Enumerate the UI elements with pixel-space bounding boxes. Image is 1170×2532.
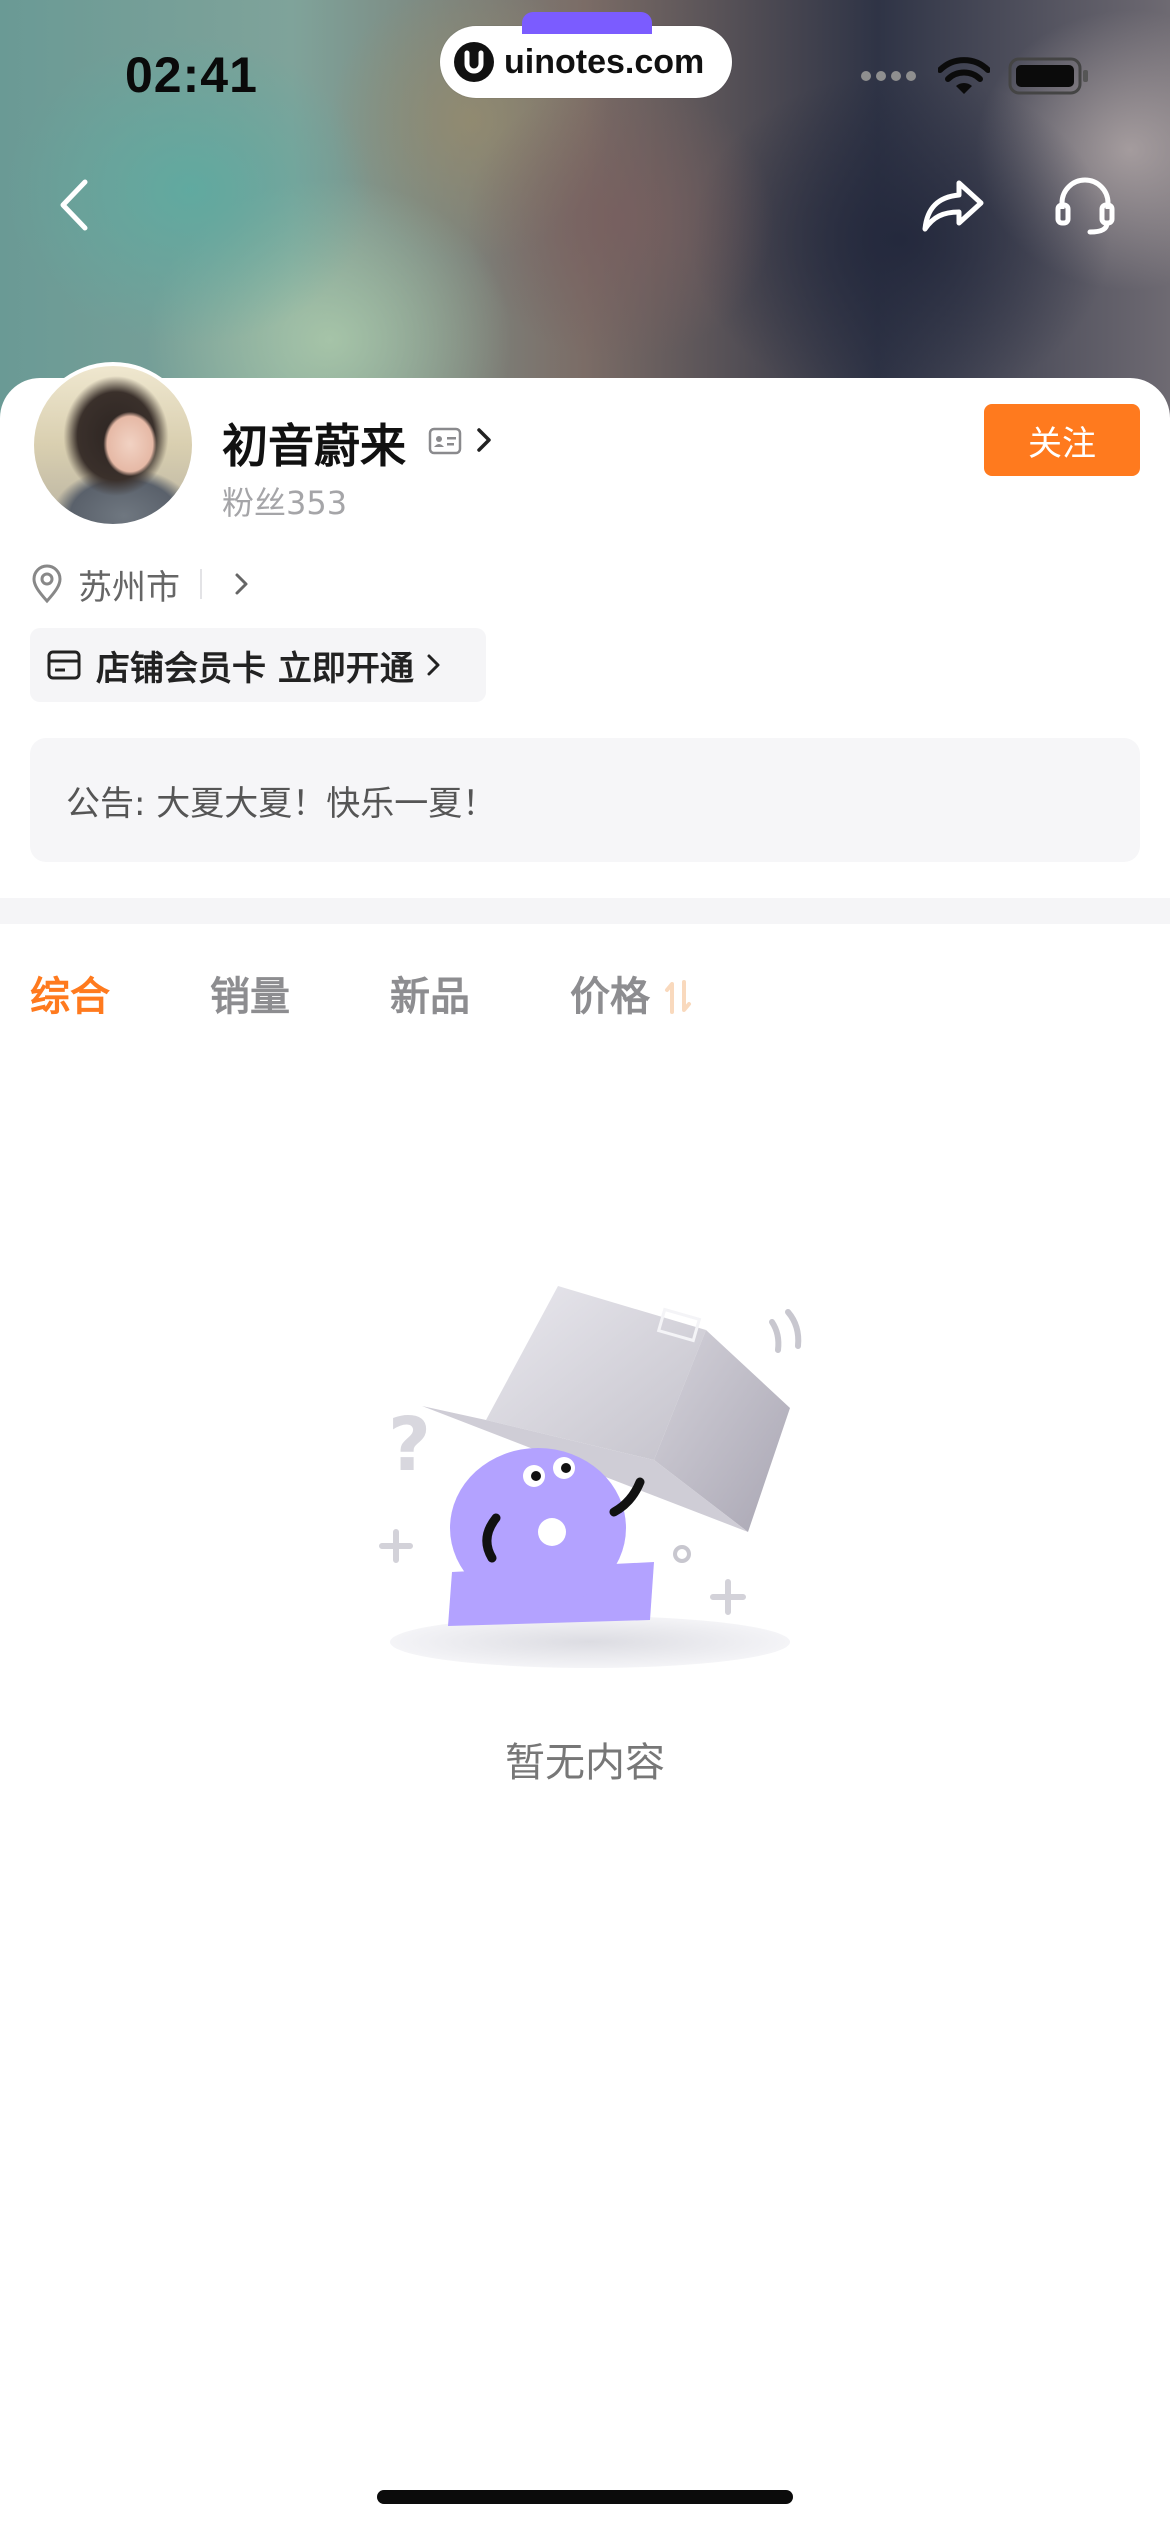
- share-arrow-icon: [922, 180, 984, 232]
- signal-icon: [861, 71, 916, 81]
- url-pill: uinotes.com: [440, 12, 732, 98]
- customer-service-button[interactable]: [1050, 170, 1120, 240]
- back-button[interactable]: [40, 170, 110, 240]
- uinotes-logo-icon: [454, 42, 494, 82]
- chevron-right-icon: [427, 654, 440, 676]
- share-button[interactable]: [918, 170, 988, 240]
- location-pin-icon: [32, 564, 62, 604]
- follow-button[interactable]: 关注: [984, 404, 1140, 476]
- tab-sales[interactable]: 销量: [210, 964, 290, 1022]
- empty-box-illustration: ?: [379, 1286, 802, 1668]
- shop-name[interactable]: 初音蔚来: [222, 410, 406, 476]
- url-text: uinotes.com: [504, 42, 705, 81]
- chevron-right-icon: [235, 573, 248, 595]
- location-divider: [200, 569, 202, 599]
- card-icon: [47, 650, 81, 680]
- tab-price[interactable]: 价格: [570, 964, 650, 1022]
- chevron-left-icon: [60, 179, 88, 231]
- status-indicators: [860, 56, 1090, 96]
- home-indicator: [377, 2490, 793, 2504]
- fans-count: 粉丝353: [222, 484, 348, 522]
- member-card-label: 店铺会员卡 立即开通: [96, 648, 414, 689]
- member-card-button[interactable]: 店铺会员卡 立即开通: [30, 628, 486, 702]
- sort-tabs: 综合 销量 新品 价格: [0, 950, 1170, 1034]
- shop-notice: 公告: 大夏大夏！快乐一夏！: [30, 738, 1140, 862]
- empty-state-message: 暂无内容: [505, 1740, 665, 1786]
- tab-comprehensive[interactable]: 综合: [30, 964, 110, 1022]
- chevron-right-icon[interactable]: [474, 426, 494, 454]
- location-text: 苏州市: [78, 567, 180, 608]
- id-card-icon: [428, 427, 462, 455]
- location-row[interactable]: 苏州市: [30, 560, 250, 608]
- status-time: 02:41: [125, 47, 258, 103]
- wifi-icon: [938, 57, 990, 94]
- shop-avatar[interactable]: [30, 362, 196, 528]
- svg-text:?: ?: [388, 1402, 431, 1488]
- battery-icon: [1008, 57, 1088, 95]
- headset-icon: [1055, 177, 1115, 235]
- section-divider: [0, 898, 1170, 924]
- sort-arrows-icon[interactable]: [664, 978, 692, 1016]
- dynamic-island: [522, 12, 652, 34]
- tab-new[interactable]: 新品: [390, 964, 470, 1022]
